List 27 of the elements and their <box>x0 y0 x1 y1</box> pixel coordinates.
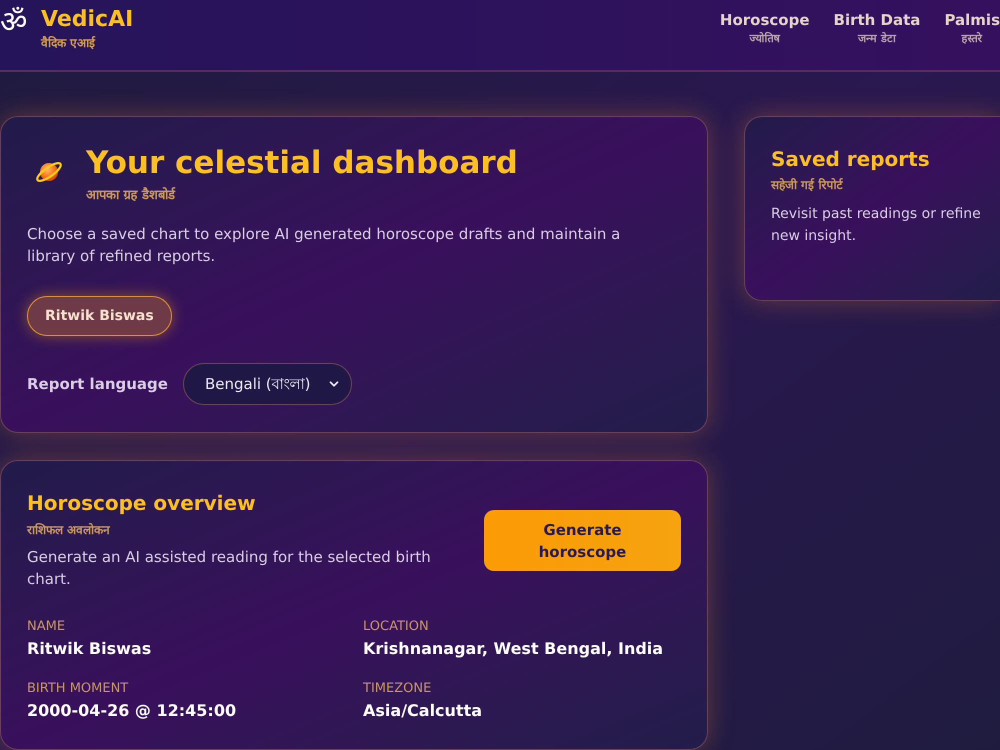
dashboard-title: Your celestial dashboard <box>86 144 518 182</box>
overview-title: Horoscope overview <box>27 490 257 516</box>
field-value: 2000-04-26 @ 12:45:00 <box>27 700 238 722</box>
brand-name: VedicAI <box>41 7 134 33</box>
field-label: NAME <box>27 618 66 635</box>
saved-reports-subtitle: सहेजी गई रिपोर्ट <box>771 177 844 193</box>
dashboard-description: Choose a saved chart to explore AI generated horoscope drafts and maintain a library of refined reports. <box>27 224 622 267</box>
saved-reports-description: Revisit past readings or refine new insight. <box>771 205 982 246</box>
nav-link[interactable]: Birth Data जन्म डेटा <box>834 10 920 46</box>
brand-subtitle: वैदिक एआई <box>41 35 96 51</box>
saved-reports-title: Saved reports <box>771 146 931 172</box>
field-value: Ritwik Biswas <box>27 638 152 660</box>
dashboard-subtitle: आपका ग्रह डैशबोर्ड <box>86 187 176 205</box>
field-label: TIMEZONE <box>363 680 432 697</box>
generate-horoscope-button[interactable]: Generate horoscope <box>484 510 681 571</box>
report-language-label: Report language <box>27 374 168 395</box>
field-value: Krishnanagar, West Bengal, India <box>363 638 664 660</box>
field-value: Asia/Calcutta <box>363 700 484 722</box>
overview-subtitle: राशिफल अवलोकन <box>27 522 112 538</box>
field-label: BIRTH MOMENT <box>27 680 130 697</box>
field-label: LOCATION <box>363 618 430 635</box>
nav-link[interactable]: Palmis हस्तरे <box>944 10 1000 46</box>
om-logo-icon: ॐ <box>0 6 27 40</box>
overview-description: Generate an AI assisted reading for the selected birth chart. <box>27 547 432 590</box>
language-select[interactable]: Bengali (বাংলা) <box>182 363 352 405</box>
nav-link[interactable]: Horoscope ज्योतिष <box>720 10 810 46</box>
chart-chip[interactable]: Ritwik Biswas <box>27 296 172 336</box>
